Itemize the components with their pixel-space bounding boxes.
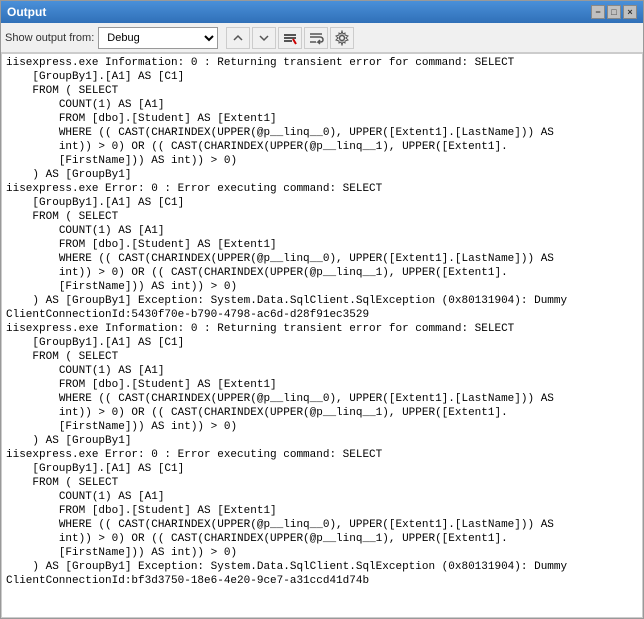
output-content-area[interactable]: iisexpress.exe Information: 0 : Returnin… bbox=[1, 53, 643, 618]
up-arrow-icon bbox=[230, 30, 246, 46]
output-source-dropdown[interactable]: Debug Build General bbox=[98, 27, 218, 49]
title-bar-controls: − □ × bbox=[591, 5, 637, 19]
output-text: iisexpress.exe Information: 0 : Returnin… bbox=[6, 56, 638, 588]
scroll-down-button[interactable] bbox=[252, 27, 276, 49]
clear-button[interactable] bbox=[278, 27, 302, 49]
properties-button[interactable] bbox=[330, 27, 354, 49]
minimize-button[interactable]: − bbox=[591, 5, 605, 19]
title-bar: Output − □ × bbox=[1, 1, 643, 23]
toolbar-buttons bbox=[226, 27, 354, 49]
word-wrap-icon bbox=[308, 30, 324, 46]
show-output-label: Show output from: bbox=[5, 32, 94, 44]
clear-icon bbox=[282, 30, 298, 46]
maximize-button[interactable]: □ bbox=[607, 5, 621, 19]
title-bar-left: Output bbox=[7, 5, 46, 19]
close-button[interactable]: × bbox=[623, 5, 637, 19]
word-wrap-button[interactable] bbox=[304, 27, 328, 49]
down-arrow-icon bbox=[256, 30, 272, 46]
gear-icon bbox=[334, 30, 350, 46]
scroll-up-button[interactable] bbox=[226, 27, 250, 49]
output-window: Output − □ × Show output from: Debug Bui… bbox=[0, 0, 644, 619]
toolbar: Show output from: Debug Build General bbox=[1, 23, 643, 53]
window-title: Output bbox=[7, 5, 46, 19]
